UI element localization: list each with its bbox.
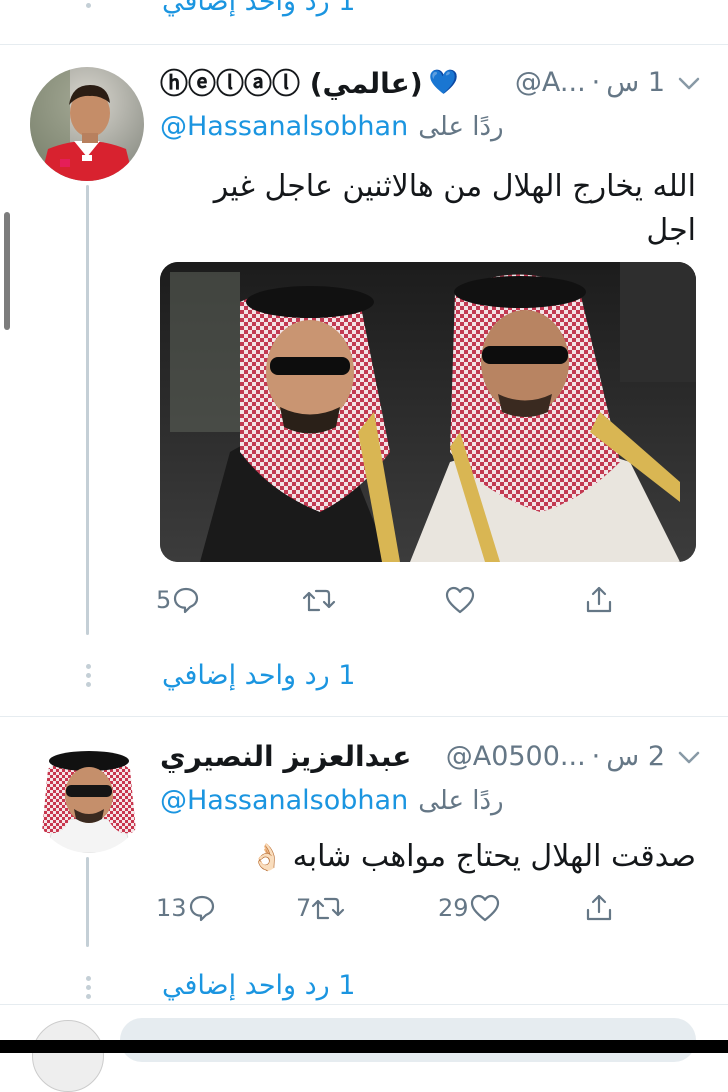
- tweet-photo[interactable]: [160, 262, 696, 562]
- avatar-image: [32, 739, 146, 853]
- reply-to-handle[interactable]: @Hassanalsobhan: [160, 785, 408, 816]
- reply-action[interactable]: 13: [156, 893, 217, 923]
- share-icon: [586, 894, 612, 921]
- like-action[interactable]: 29: [438, 893, 501, 923]
- tweet-text: الله يخارج الهلال من هالاثنين عاجل غير ا…: [213, 169, 696, 248]
- avatar[interactable]: [30, 67, 144, 181]
- reply-icon: [174, 587, 199, 614]
- reply-to-label: ردًا على: [418, 785, 504, 816]
- share-action[interactable]: [584, 585, 614, 615]
- display-name[interactable]: عبدالعزيز النصيري: [160, 740, 411, 773]
- share-icon: [586, 586, 612, 613]
- retweet-icon: [312, 897, 345, 920]
- reply-to-line: @Hassanalsobhan ردًا على: [160, 111, 550, 142]
- thread-line: [86, 857, 89, 947]
- separator: ·: [591, 740, 601, 772]
- divider: [0, 1004, 728, 1005]
- retweet-icon: [302, 589, 336, 612]
- handle[interactable]: @A...: [515, 67, 586, 98]
- chevron-down-icon[interactable]: [678, 751, 700, 765]
- handle[interactable]: @A0500...: [446, 741, 586, 772]
- reply-action[interactable]: 5: [156, 585, 201, 615]
- reply-icon: [189, 895, 214, 922]
- bottom-edge: [0, 1040, 728, 1053]
- chevron-down-icon[interactable]: [678, 77, 700, 91]
- more-replies-link[interactable]: 1 رد واحد إضافي: [162, 970, 382, 1001]
- tweet[interactable]: ⓗⓔⓛⓐⓛ (عالمي) 💙 @A... · 1 س @Hassanalsob…: [0, 45, 728, 715]
- reply-to-handle[interactable]: @Hassanalsobhan: [160, 111, 408, 142]
- thread-line: [86, 185, 89, 635]
- share-action[interactable]: [584, 893, 614, 923]
- handle-and-time: @A0500... · 2 س: [446, 741, 665, 772]
- tweet[interactable]: عبدالعزيز النصيري @A0500... · 2 س @Hassa…: [0, 717, 728, 967]
- tweet-text-body: صدقت الهلال يحتاج مواهب شابه: [292, 839, 696, 874]
- like-action[interactable]: [444, 585, 476, 615]
- display-name[interactable]: ⓗⓔⓛⓐⓛ (عالمي) 💙: [160, 62, 459, 102]
- timestamp[interactable]: 1 س: [606, 67, 665, 98]
- timestamp[interactable]: 2 س: [606, 741, 665, 772]
- ok-hand-emoji: 👌🏻: [250, 843, 284, 873]
- photo-image: [160, 262, 696, 562]
- avatar[interactable]: [32, 739, 146, 853]
- avatar-image: [30, 67, 144, 181]
- reply-to-label: ردًا على: [418, 111, 504, 142]
- handle-and-time: @A... · 1 س: [515, 67, 665, 98]
- tweet-header: ⓗⓔⓛⓐⓛ (عالمي) 💙 @A... · 1 س: [160, 63, 665, 101]
- more-replies-link[interactable]: 1 رد واحد إضافي: [162, 0, 382, 17]
- reply-to-line: @Hassanalsobhan ردًا على: [160, 785, 550, 816]
- thread-dots: [86, 0, 92, 12]
- like-count: 29: [438, 894, 469, 922]
- retweet-action[interactable]: [302, 585, 336, 615]
- blue-heart-emoji: 💙: [428, 68, 459, 96]
- reply-count: 13: [156, 894, 187, 922]
- heart-icon: [445, 586, 475, 614]
- separator: ·: [591, 66, 601, 98]
- retweet-count: 7: [296, 894, 312, 922]
- tweet-header: عبدالعزيز النصيري @A0500... · 2 س: [160, 737, 665, 775]
- heart-icon: [470, 894, 499, 922]
- tweet-text: صدقت الهلال يحتاج مواهب شابه 👌🏻: [160, 835, 696, 880]
- thread-dots: [86, 976, 92, 1003]
- avatar[interactable]: [32, 1020, 104, 1092]
- retweet-action[interactable]: 7: [296, 893, 345, 923]
- thread-dots: [86, 664, 92, 691]
- more-replies-link[interactable]: 1 رد واحد إضافي: [162, 660, 382, 691]
- reply-count: 5: [156, 586, 172, 614]
